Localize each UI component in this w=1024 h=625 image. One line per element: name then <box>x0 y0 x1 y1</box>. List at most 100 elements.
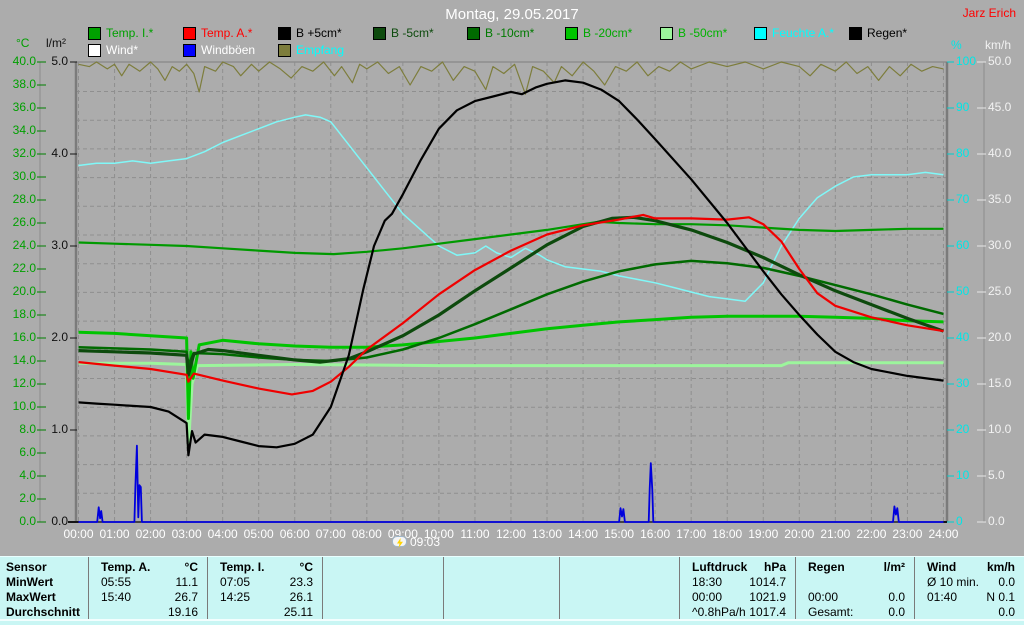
cell-time: 01:40 <box>927 590 958 604</box>
table-row-labels: Sensor MinWert MaxWert Durchschnitt <box>0 557 88 619</box>
time-tick-label: 19:00 <box>748 527 779 541</box>
time-tick-label: 13:00 <box>532 527 563 541</box>
legend-label: Wind* <box>106 43 139 57</box>
event-marker: 09:03 <box>392 534 441 549</box>
series-feuchte-a <box>78 114 944 302</box>
cell-value: 0.0 <box>888 605 905 619</box>
table-cell-row: 19.16 <box>89 605 208 620</box>
legend-label: Regen* <box>867 26 908 40</box>
kmh-tick-label: 5.0 <box>988 468 1005 482</box>
cell-value: 19.16 <box>167 605 198 619</box>
table-cell-row: 01:40 N 0.1 <box>915 590 1024 605</box>
degc-tick-label: 40.0 <box>12 54 36 68</box>
pct-tick-label: 30 <box>956 376 970 390</box>
degc-tick-label: 18.0 <box>12 307 36 321</box>
kmh-tick-label: 50.0 <box>988 54 1012 68</box>
table-col-regen: Regen l/m² 00:00 0.0 Gesamt: 0.0 <box>795 557 915 619</box>
table-cell-row <box>323 560 444 575</box>
legend-swatch-feuchte-a <box>754 27 767 40</box>
degc-tick-label: 22.0 <box>12 261 36 275</box>
col-header-unit: °C <box>299 560 313 574</box>
table-col-temp-i: Temp. I. °C 07:05 23.3 14:25 26.1 25.11 <box>207 557 323 619</box>
cell-value: 11.1 <box>175 575 198 589</box>
table-cell-row <box>444 605 560 620</box>
col-header-unit: l/m² <box>883 560 905 574</box>
table-cell-row: 05:55 11.1 <box>89 575 208 590</box>
cell-value: 23.3 <box>289 575 313 589</box>
cell-time: 07:05 <box>220 575 251 589</box>
time-tick-label: 07:00 <box>315 527 346 541</box>
degc-tick-label: 0.0 <box>19 514 36 528</box>
storm-cloud-icon <box>392 536 407 548</box>
legend-item-feuchte-a: Feuchte A.* <box>754 27 834 40</box>
time-tick-label: 05:00 <box>243 527 274 541</box>
table-col-luftdruck: Luftdruck hPa 18:30 1014.7 00:00 1021.9 ^0.8hP… <box>679 557 796 619</box>
table-cell-row <box>323 605 444 620</box>
lm2-tick-label: 5.0 <box>51 54 68 68</box>
degc-tick-label: 16.0 <box>12 330 36 344</box>
legend-swatch-b-20cm <box>565 27 578 40</box>
degc-tick-label: 26.0 <box>12 215 36 229</box>
legend-swatch-regen <box>849 27 862 40</box>
cell-value: 0.0 <box>888 590 905 604</box>
legend-swatch-b-5cm <box>278 27 291 40</box>
table-cell-row: 25.11 <box>208 605 323 620</box>
table-col-empty-4 <box>443 557 560 619</box>
table-cell-row <box>444 590 560 605</box>
legend-item-wind: Wind* <box>88 44 138 57</box>
pct-tick-label: 40 <box>956 330 970 344</box>
legend-swatch-b-50cm <box>660 27 673 40</box>
legend-swatch-empfang <box>278 44 291 57</box>
row-label-sensor: Sensor <box>6 560 47 574</box>
row-label-maxwert: MaxWert <box>6 590 56 604</box>
time-tick-label: 01:00 <box>99 527 130 541</box>
chart-svg <box>37 61 986 523</box>
time-tick-label: 23:00 <box>892 527 923 541</box>
cell-value: 1021.9 <box>749 590 786 604</box>
degc-tick-label: 6.0 <box>19 445 36 459</box>
event-marker-time: 09:03 <box>410 534 441 549</box>
kmh-tick-label: 15.0 <box>988 376 1012 390</box>
table-cell-row <box>323 575 444 590</box>
series-temp-a <box>78 213 944 396</box>
time-tick-label: 15:00 <box>604 527 635 541</box>
author-label: Jarz Erich <box>962 6 1016 20</box>
degc-tick-label: 38.0 <box>12 77 36 91</box>
time-tick-label: 21:00 <box>820 527 851 541</box>
col-header-name: Regen <box>808 560 845 574</box>
cell-value: 0.0 <box>998 605 1015 619</box>
pct-tick-label: 60 <box>956 238 970 252</box>
lightning-bolt-icon <box>397 538 403 548</box>
pct-tick-label: 10 <box>956 468 970 482</box>
kmh-tick-label: 45.0 <box>988 100 1012 114</box>
legend-item-windb-en: Windböen <box>183 44 255 57</box>
time-tick-label: 08:00 <box>351 527 382 541</box>
legend-swatch-b-5cm <box>373 27 386 40</box>
degc-tick-label: 34.0 <box>12 123 36 137</box>
table-cell-row: 14:25 26.1 <box>208 590 323 605</box>
time-tick-label: 04:00 <box>207 527 238 541</box>
col-header-unit: °C <box>184 560 198 574</box>
row-label-minwert: MinWert <box>6 575 54 589</box>
time-tick-label: 14:00 <box>568 527 599 541</box>
kmh-tick-label: 20.0 <box>988 330 1012 344</box>
series-b-50cm <box>78 361 944 449</box>
degc-tick-label: 30.0 <box>12 169 36 183</box>
cell-time: 18:30 <box>692 575 723 589</box>
cell-time: Ø 10 min. <box>927 575 980 589</box>
pct-tick-label: 20 <box>956 422 970 436</box>
time-tick-label: 06:00 <box>279 527 310 541</box>
table-cell-row <box>560 590 680 605</box>
degc-tick-label: 24.0 <box>12 238 36 252</box>
time-tick-label: 22:00 <box>856 527 887 541</box>
pct-tick-label: 80 <box>956 146 970 160</box>
table-cell-row <box>796 575 915 590</box>
cell-value: 25.11 <box>283 605 313 619</box>
table-cell-row: Regen l/m² <box>796 560 915 575</box>
table-cell-row: Wind km/h <box>915 560 1024 575</box>
degc-tick-label: 14.0 <box>12 353 36 367</box>
series-temp-i <box>78 220 944 256</box>
col-header-name: Luftdruck <box>692 560 748 574</box>
cell-value: 0.0 <box>998 575 1015 589</box>
table-cell-row: 18:30 1014.7 <box>680 575 796 590</box>
